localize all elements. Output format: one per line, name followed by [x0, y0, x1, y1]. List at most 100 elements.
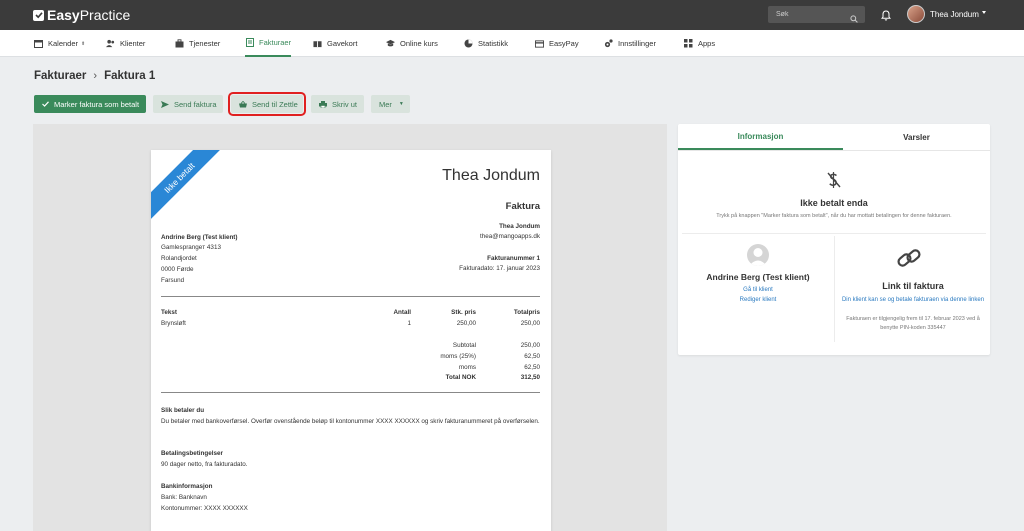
notification-bell-icon[interactable]: [880, 8, 892, 26]
payment-heading: Slik betaler du: [161, 407, 205, 414]
go-to-client-link[interactable]: Gå til klient: [678, 287, 838, 293]
nav-label: Gavekort: [327, 39, 358, 48]
basket-icon: [239, 100, 247, 108]
table-cell-stk-pris: 250,00: [456, 320, 476, 327]
recipient-postal: 0000 Førde: [161, 266, 194, 273]
send-invoice-label: Send faktura: [174, 99, 217, 109]
invoice-sender-name: Thea Jondum: [442, 167, 540, 184]
total-value: 312,50: [520, 374, 540, 381]
search-box[interactable]: [768, 6, 865, 23]
send-icon: [161, 100, 169, 108]
nav-item-tjenester[interactable]: Tjenester: [175, 30, 220, 57]
bank-account: Kontonummer: XXXX XXXXXX: [161, 505, 248, 512]
payment-status-hint: Trykk på knappen "Marker faktura som bet…: [716, 213, 952, 219]
user-menu-caret-icon[interactable]: [982, 11, 986, 14]
gear-icon: [604, 39, 613, 48]
sender-block-name: Thea Jondum: [499, 223, 540, 230]
bank-heading: Bankinformasjon: [161, 483, 213, 490]
edit-client-link[interactable]: Rediger klient: [678, 297, 838, 303]
recipient-name: Andrine Berg (Test klient): [161, 234, 238, 241]
tab-informasjon[interactable]: Informasjon: [678, 124, 843, 150]
table-cell-totalpris: 250,00: [520, 320, 540, 327]
chevron-updown-icon: ⬍: [81, 40, 86, 47]
terms-heading: Betalingsbetingelser: [161, 450, 223, 457]
table-cell-tekst: Brynsløft: [161, 320, 186, 327]
vat-rate-value: 62,50: [524, 353, 540, 360]
invoice-date: Fakturadato: 17. januar 2023: [459, 265, 540, 272]
table-header-totalpris: Totalpris: [513, 309, 540, 316]
divider: [678, 150, 990, 151]
client-name: Andrine Berg (Test klient): [706, 272, 810, 282]
no-payment-dollar-icon: [826, 171, 842, 194]
total-label: Total NOK: [445, 374, 476, 381]
nav-item-kalender[interactable]: Kalender ⬍: [34, 30, 85, 57]
brand-bold: Easy: [47, 7, 80, 23]
subtotal-value: 250,00: [520, 342, 540, 349]
vat-value: 62,50: [524, 364, 540, 371]
nav-item-apps[interactable]: Apps: [684, 30, 715, 57]
more-dropdown-button[interactable]: Mer ▼: [371, 95, 410, 113]
course-icon: [386, 39, 395, 48]
main-nav: Kalender ⬍ Klienter Tjenester Fakturaer G…: [0, 30, 1024, 57]
invoice-preview-area: Ikke betalt Thea Jondum Faktura Thea Jon…: [33, 124, 667, 531]
table-header-stk-pris: Stk. pris: [451, 309, 476, 316]
card-icon: [535, 39, 544, 48]
vat-label: moms: [458, 364, 476, 371]
send-to-zettle-button[interactable]: Send til Zettle: [228, 92, 306, 116]
briefcase-icon: [175, 39, 184, 48]
nav-label: Tjenester: [189, 39, 221, 48]
divider: [161, 392, 540, 393]
send-invoice-button[interactable]: Send faktura: [153, 95, 223, 113]
calendar-icon: [34, 39, 43, 48]
nav-item-innstillinger[interactable]: Innstillinger: [604, 30, 656, 57]
tab-varsler[interactable]: Varsler: [843, 124, 990, 150]
nav-label: Kalender: [48, 39, 79, 48]
invoice-link-note: Fakturaen er tilgjengelig frem til 17. f…: [846, 316, 980, 331]
info-panel: Informasjon Varsler Ikke betalt enda Try…: [678, 124, 990, 355]
payment-status-title: Ikke betalt enda: [800, 198, 868, 208]
invoice-document: Ikke betalt Thea Jondum Faktura Thea Jon…: [151, 150, 551, 531]
nav-item-online-kurs[interactable]: Online kurs: [386, 30, 438, 57]
unpaid-ribbon: Ikke betalt: [151, 150, 222, 220]
nav-item-klienter[interactable]: Klienter: [106, 30, 145, 57]
divider: [682, 233, 986, 234]
nav-item-statistikk[interactable]: Statistikk: [464, 30, 508, 57]
vat-rate-label: moms (25%): [440, 353, 476, 360]
bank-name: Bank: Banknavn: [161, 494, 207, 501]
recipient-address2: Rolandjordet: [161, 255, 197, 262]
more-label: Mer: [379, 99, 392, 109]
nav-label: EasyPay: [549, 39, 579, 48]
nav-item-gavekort[interactable]: Gavekort: [313, 30, 357, 57]
nav-label: Innstillinger: [618, 39, 656, 48]
search-icon[interactable]: [850, 10, 858, 28]
nav-item-fakturaer[interactable]: Fakturaer: [245, 30, 292, 57]
nav-label: Fakturaer: [259, 38, 292, 47]
gift-icon: [313, 39, 322, 48]
table-header-antall: Antall: [393, 309, 412, 316]
caret-down-icon: ▼: [398, 101, 404, 107]
logo-check-icon: [33, 9, 44, 21]
divider: [161, 296, 540, 297]
nav-item-easypay[interactable]: EasyPay: [535, 30, 579, 57]
user-name[interactable]: Thea Jondum: [930, 10, 979, 19]
user-avatar[interactable]: [907, 5, 925, 23]
print-button[interactable]: Skriv ut: [311, 95, 364, 113]
invoice-link-title: Link til faktura: [882, 281, 944, 291]
invoice-icon: [245, 38, 254, 47]
client-avatar: [747, 244, 769, 266]
mark-paid-button[interactable]: Marker faktura som betalt: [34, 95, 146, 113]
app-logo[interactable]: Easy Practice: [33, 7, 130, 23]
search-input[interactable]: [776, 11, 846, 18]
invoice-link-description[interactable]: Din klient kan se og betale fakturaen vi…: [838, 295, 988, 305]
mark-paid-label: Marker faktura som betalt: [54, 99, 140, 109]
nav-label: Statistikk: [478, 39, 509, 48]
nav-label: Apps: [698, 39, 716, 48]
invoice-number: Fakturanummer 1: [487, 255, 540, 262]
recipient-city: Farsund: [161, 277, 185, 284]
breadcrumb-parent[interactable]: Fakturaer: [34, 70, 86, 82]
nav-label: Online kurs: [400, 39, 438, 48]
apps-icon: [684, 39, 693, 48]
breadcrumb: Fakturaer › Faktura 1: [34, 70, 155, 82]
check-icon: [42, 101, 49, 107]
invoice-doc-title: Faktura: [505, 201, 540, 212]
